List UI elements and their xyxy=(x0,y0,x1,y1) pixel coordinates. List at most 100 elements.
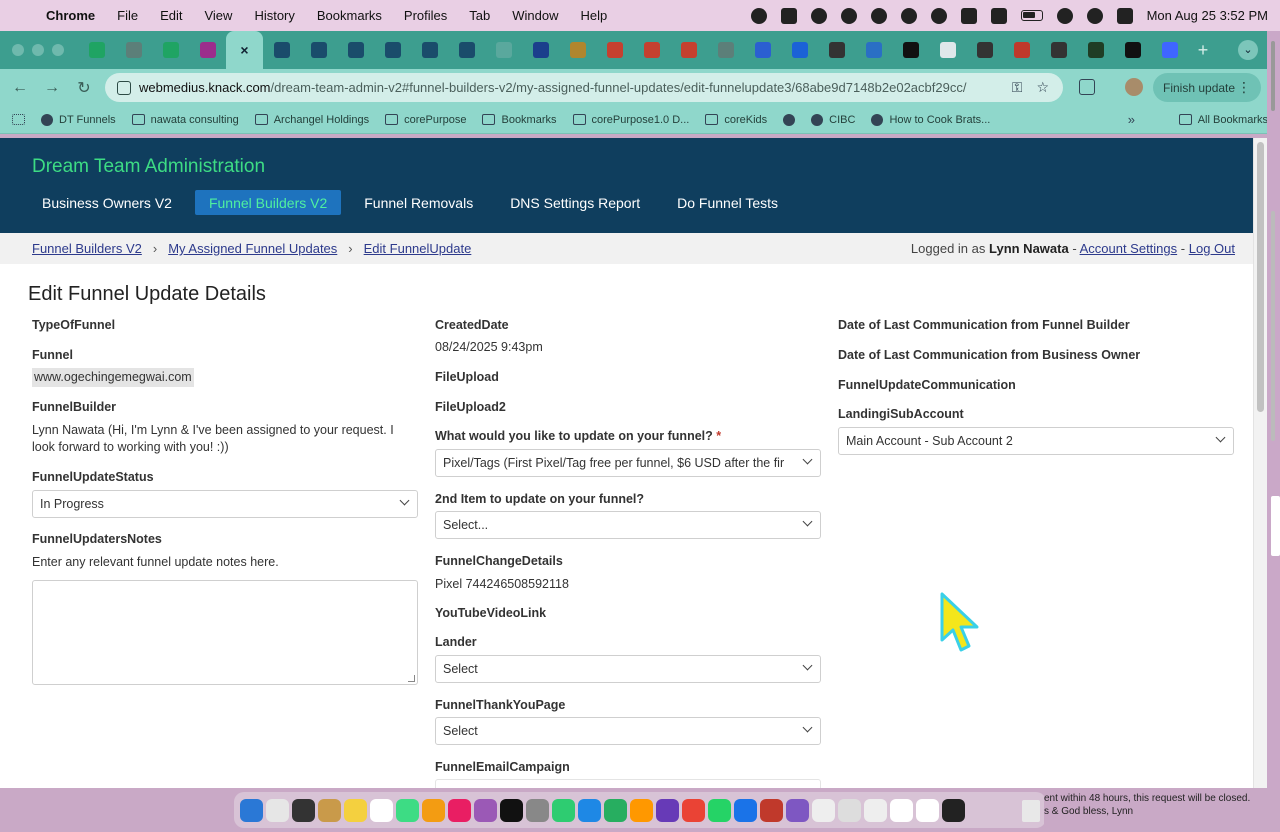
browser-tab[interactable] xyxy=(670,31,707,69)
browser-tab[interactable] xyxy=(411,31,448,69)
menu-history[interactable]: History xyxy=(243,8,305,23)
breadcrumb-funnel-builders[interactable]: Funnel Builders V2 xyxy=(32,241,142,256)
zoom-window-button[interactable] xyxy=(52,44,64,56)
dock-app-icon[interactable] xyxy=(344,798,367,822)
dock-app-icon[interactable] xyxy=(864,798,887,822)
browser-tab[interactable] xyxy=(892,31,929,69)
menu-help[interactable]: Help xyxy=(570,8,619,23)
dock-app-icon[interactable] xyxy=(318,798,341,822)
dock-app-icon[interactable] xyxy=(292,798,315,822)
dock-app-icon[interactable] xyxy=(812,798,835,822)
funnel-update-status-select[interactable]: In Progress xyxy=(32,490,418,518)
bookmark-star-icon[interactable]: ☆ xyxy=(1036,79,1049,96)
notification-banner[interactable]: ent within 48 hours, this request will b… xyxy=(1022,790,1280,832)
funnel-email-campaign-select[interactable] xyxy=(435,779,821,788)
funnel-thankyou-page-select[interactable]: Select xyxy=(435,717,821,745)
browser-tab[interactable] xyxy=(707,31,744,69)
logout-link[interactable]: Log Out xyxy=(1189,241,1235,256)
browser-tab[interactable] xyxy=(1040,31,1077,69)
browser-tab[interactable]: × xyxy=(226,31,263,69)
browser-tab[interactable] xyxy=(189,31,226,69)
browser-tab[interactable] xyxy=(559,31,596,69)
menu-app-name[interactable]: Chrome xyxy=(34,8,106,23)
browser-tab[interactable] xyxy=(522,31,559,69)
browser-tab[interactable] xyxy=(855,31,892,69)
dock-app-icon[interactable] xyxy=(396,798,419,822)
page-scrollbar[interactable] xyxy=(1253,138,1267,788)
dock-app-icon[interactable] xyxy=(734,798,757,822)
control-center-icon[interactable] xyxy=(1116,7,1133,24)
apps-grid-icon[interactable] xyxy=(12,114,25,125)
dock-app-icon[interactable] xyxy=(552,798,575,822)
update-item-select[interactable]: Pixel/Tags (First Pixel/Tag free per fun… xyxy=(435,449,821,477)
menu-profiles[interactable]: Profiles xyxy=(393,8,458,23)
browser-tab[interactable] xyxy=(781,31,818,69)
dock-app-icon[interactable] xyxy=(838,798,861,822)
browser-tab[interactable] xyxy=(596,31,633,69)
new-tab-button[interactable]: + xyxy=(1188,40,1218,61)
trash-icon[interactable] xyxy=(1022,800,1040,822)
browser-tab[interactable] xyxy=(818,31,855,69)
dock-app-icon[interactable] xyxy=(942,798,965,822)
menu-window[interactable]: Window xyxy=(501,8,569,23)
dock-app-icon[interactable] xyxy=(604,798,627,822)
close-tab-icon[interactable]: × xyxy=(240,42,248,58)
dock-app-icon[interactable] xyxy=(578,798,601,822)
dock-app-icon[interactable] xyxy=(266,798,289,822)
bluetooth-icon[interactable] xyxy=(990,7,1007,24)
tab-search-icon[interactable]: ⌄ xyxy=(1238,40,1258,60)
reload-icon[interactable]: ↻ xyxy=(68,78,100,98)
battery-icon[interactable] xyxy=(1020,10,1043,21)
dock-app-icon[interactable] xyxy=(422,798,445,822)
dock-app-icon[interactable] xyxy=(656,798,679,822)
browser-tab[interactable] xyxy=(263,31,300,69)
nav-funnel-removals[interactable]: Funnel Removals xyxy=(350,190,487,215)
volume-icon[interactable] xyxy=(960,7,977,24)
extensions-puzzle-icon[interactable] xyxy=(1079,79,1095,95)
menu-file[interactable]: File xyxy=(106,8,149,23)
browser-tab[interactable] xyxy=(300,31,337,69)
bookmark-item[interactable]: How to Cook Brats... xyxy=(871,113,990,126)
bookmark-item[interactable]: nawata consulting xyxy=(131,114,239,126)
browser-tab[interactable] xyxy=(1003,31,1040,69)
dock-app-icon[interactable] xyxy=(890,798,913,822)
nav-funnel-builders[interactable]: Funnel Builders V2 xyxy=(194,190,342,215)
breadcrumb-my-assigned-updates[interactable]: My Assigned Funnel Updates xyxy=(168,241,337,256)
minimize-window-button[interactable] xyxy=(32,44,44,56)
bookmark-item[interactable]: coreKids xyxy=(705,114,767,126)
dock-app-icon[interactable] xyxy=(916,798,939,822)
browser-tab[interactable] xyxy=(744,31,781,69)
dock-app-icon[interactable] xyxy=(760,798,783,822)
dock-app-icon[interactable] xyxy=(630,798,653,822)
moon-icon[interactable] xyxy=(930,7,947,24)
all-bookmarks-folder[interactable]: All Bookmarks xyxy=(1178,114,1268,126)
browser-tab[interactable] xyxy=(152,31,189,69)
funnel-updaters-notes-textarea[interactable] xyxy=(32,580,418,685)
url-text[interactable]: webmedius.knack.com/dream-team-admin-v2#… xyxy=(139,80,999,95)
spotlight-search-icon[interactable] xyxy=(1086,7,1103,24)
dock-app-icon[interactable] xyxy=(526,798,549,822)
account-settings-link[interactable]: Account Settings xyxy=(1080,241,1178,256)
finish-update-button[interactable]: Finish update ⋮ xyxy=(1153,73,1261,102)
dock-app-icon[interactable] xyxy=(708,798,731,822)
browser-tab[interactable] xyxy=(448,31,485,69)
menu-bookmarks[interactable]: Bookmarks xyxy=(306,8,393,23)
bookmark-item[interactable] xyxy=(783,113,796,126)
app-title[interactable]: Dream Team Administration xyxy=(32,156,265,178)
browser-tab[interactable] xyxy=(337,31,374,69)
breadcrumb-edit-funnelupdate[interactable]: Edit FunnelUpdate xyxy=(364,241,472,256)
wifi-icon[interactable] xyxy=(1056,7,1073,24)
dock-app-icon[interactable] xyxy=(448,798,471,822)
browser-tab[interactable] xyxy=(1114,31,1151,69)
back-arrow-icon[interactable]: ← xyxy=(4,79,36,97)
network-monitor-icon[interactable] xyxy=(840,7,857,24)
dock-app-icon[interactable] xyxy=(786,798,809,822)
bookmark-item[interactable]: corePurpose xyxy=(385,114,466,126)
browser-tab[interactable] xyxy=(1151,31,1188,69)
forward-arrow-icon[interactable]: → xyxy=(36,79,68,97)
dock-app-icon[interactable] xyxy=(682,798,705,822)
arc-icon[interactable] xyxy=(810,7,827,24)
more-menu-icon[interactable]: ⋮ xyxy=(1237,79,1251,96)
nav-do-funnel-tests[interactable]: Do Funnel Tests xyxy=(663,190,792,215)
dock-app-icon[interactable] xyxy=(500,798,523,822)
